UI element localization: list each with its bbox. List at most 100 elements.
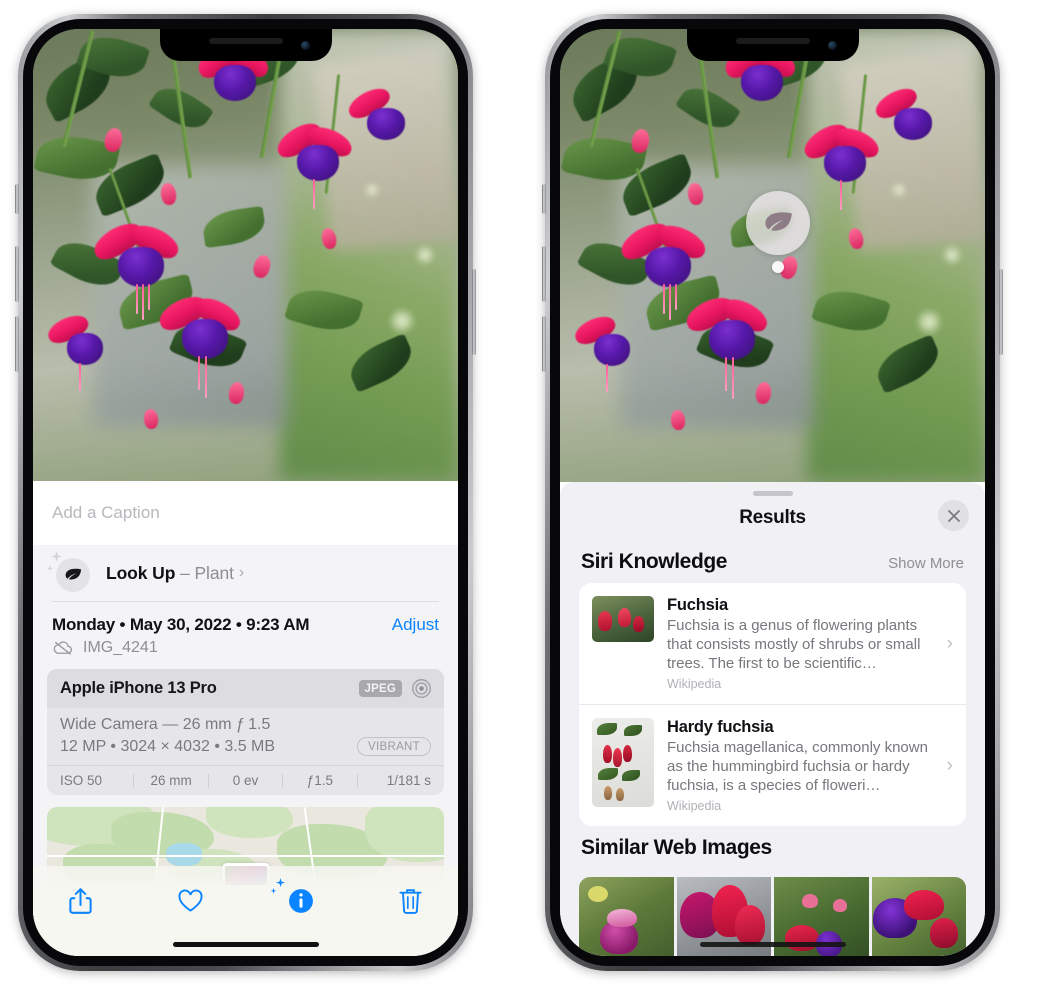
look-up-row[interactable]: Look Up – Plant › xyxy=(33,545,458,601)
earpiece-speaker xyxy=(208,38,283,44)
knowledge-item-fuchsia[interactable]: Fuchsia Fuchsia is a genus of flowering … xyxy=(579,583,966,704)
camera-metadata-card[interactable]: Apple iPhone 13 Pro JPEG Wide Camera — 2… xyxy=(47,669,444,795)
knowledge-text: Fuchsia Fuchsia is a genus of flowering … xyxy=(667,596,954,691)
exif-aperture: ƒ1.5 xyxy=(306,773,334,788)
caption-placeholder: Add a Caption xyxy=(52,503,160,522)
photographic-style-badge: VIBRANT xyxy=(357,737,431,756)
volume-up-button[interactable] xyxy=(542,246,546,302)
volume-up-button[interactable] xyxy=(15,246,19,302)
share-icon xyxy=(68,888,92,914)
camera-device-name: Apple iPhone 13 Pro xyxy=(60,679,217,697)
chevron-right-icon: › xyxy=(946,632,953,654)
sparkle-small-icon xyxy=(46,565,54,572)
photo-datetime: Monday • May 30, 2022 • 9:23 AM xyxy=(52,615,310,634)
share-button[interactable] xyxy=(59,880,101,922)
image-size-info: 12 MP • 3024 × 4032 • 3.5 MB xyxy=(60,737,276,755)
leaf-icon xyxy=(765,212,792,231)
look-up-label: Look Up – Plant xyxy=(106,563,234,584)
photo-viewer[interactable] xyxy=(33,29,458,481)
siri-knowledge-header: Siri Knowledge Show More xyxy=(560,540,985,583)
right-screen: Results Siri Knowledge Show More Fuchsia… xyxy=(560,29,985,956)
knowledge-source: Wikipedia xyxy=(667,677,722,692)
photo-filename: IMG_4241 xyxy=(83,639,158,656)
fuchsia-photo xyxy=(33,29,458,481)
earpiece-speaker xyxy=(735,38,810,44)
knowledge-title: Hardy fuchsia xyxy=(667,718,774,737)
knowledge-thumbnail xyxy=(592,718,654,808)
screenshot-stage: Add a Caption Look Up – Plant › Monday •… xyxy=(0,0,1055,985)
info-circle-filled-icon xyxy=(288,889,313,913)
exif-exposure-value: 0 ev xyxy=(232,773,259,788)
date-time-row: Monday • May 30, 2022 • 9:23 AM Adjust xyxy=(33,602,458,635)
notch xyxy=(159,29,332,61)
volume-down-button[interactable] xyxy=(15,316,19,372)
web-image-thumbnail[interactable] xyxy=(579,877,674,956)
close-icon xyxy=(947,509,960,522)
favorite-button[interactable] xyxy=(169,880,211,922)
filename-row: IMG_4241 xyxy=(33,635,458,669)
knowledge-title: Fuchsia xyxy=(667,596,728,614)
look-up-subject: Plant xyxy=(194,562,234,583)
siri-knowledge-title: Siri Knowledge xyxy=(581,550,728,573)
exif-row: ISO 50 26 mm 0 ev ƒ1.5 1/181 s xyxy=(47,765,444,795)
exif-iso: ISO 50 xyxy=(60,773,103,788)
look-up-icon-wrap xyxy=(46,551,90,592)
format-badge: JPEG xyxy=(358,680,402,697)
metadata-body: Wide Camera — 26 mm ƒ 1.5 12 MP • 3024 ×… xyxy=(47,708,444,765)
visual-lookup-badge[interactable] xyxy=(746,191,810,255)
exif-shutter-speed: 1/181 s xyxy=(386,773,432,788)
metadata-size-row: 12 MP • 3024 × 4032 • 3.5 MB VIBRANT xyxy=(60,737,431,756)
look-up-dash: – xyxy=(180,562,190,583)
fuchsia-photo xyxy=(560,29,985,482)
close-button[interactable] xyxy=(938,500,969,531)
chevron-right-icon: › xyxy=(946,754,953,776)
knowledge-source: Wikipedia xyxy=(667,799,722,814)
siri-knowledge-card: Fuchsia Fuchsia is a genus of flowering … xyxy=(579,583,966,827)
sparkle-small-icon xyxy=(270,888,277,894)
cloud-slash-icon xyxy=(53,641,73,655)
exif-focal-length: 26 mm xyxy=(150,773,192,788)
metadata-header: Apple iPhone 13 Pro JPEG xyxy=(47,669,444,708)
notch xyxy=(686,29,859,61)
delete-button[interactable] xyxy=(390,880,432,922)
volume-down-button[interactable] xyxy=(542,316,546,372)
knowledge-description: Fuchsia is a genus of flowering plants t… xyxy=(667,617,921,673)
info-button[interactable] xyxy=(270,878,322,922)
visual-lookup-anchor-dot xyxy=(772,261,784,273)
right-phone: Results Siri Knowledge Show More Fuchsia… xyxy=(542,14,1003,971)
similar-web-images-header: Similar Web Images xyxy=(560,826,985,869)
look-up-title: Look Up xyxy=(106,562,176,583)
knowledge-description: Fuchsia magellanica, commonly known as t… xyxy=(667,739,928,795)
aperture-icon xyxy=(412,679,431,698)
adjust-button[interactable]: Adjust xyxy=(392,615,439,635)
photo-info-sheet: Add a Caption Look Up – Plant › Monday •… xyxy=(33,481,458,956)
knowledge-thumbnail xyxy=(592,596,654,642)
power-button[interactable] xyxy=(472,269,476,355)
results-header: Results xyxy=(560,496,985,540)
chevron-right-icon: › xyxy=(238,564,245,581)
caption-input[interactable]: Add a Caption xyxy=(33,481,458,545)
front-camera xyxy=(827,41,837,50)
leaf-icon xyxy=(65,568,82,580)
knowledge-item-hardy-fuchsia[interactable]: Hardy fuchsia Fuchsia magellanica, commo… xyxy=(579,704,966,826)
home-indicator[interactable] xyxy=(172,942,319,947)
show-more-button[interactable]: Show More xyxy=(888,555,964,572)
photo-viewer[interactable] xyxy=(560,29,985,482)
metadata-badges: JPEG xyxy=(358,678,432,699)
similar-web-images-title: Similar Web Images xyxy=(581,836,772,860)
front-camera xyxy=(300,41,310,50)
leaf-badge xyxy=(56,558,90,592)
power-button[interactable] xyxy=(999,269,1003,355)
left-screen: Add a Caption Look Up – Plant › Monday •… xyxy=(33,29,458,956)
trash-icon xyxy=(399,889,423,914)
mute-switch[interactable] xyxy=(542,184,546,214)
home-indicator[interactable] xyxy=(699,942,846,947)
results-title: Results xyxy=(739,507,806,528)
web-image-thumbnail[interactable] xyxy=(871,877,966,956)
heart-icon xyxy=(178,889,203,912)
results-sheet: Results Siri Knowledge Show More Fuchsia… xyxy=(560,482,985,956)
lens-info: Wide Camera — 26 mm ƒ 1.5 xyxy=(60,716,271,733)
left-phone: Add a Caption Look Up – Plant › Monday •… xyxy=(15,14,476,971)
mute-switch[interactable] xyxy=(15,184,19,214)
knowledge-text: Hardy fuchsia Fuchsia magellanica, commo… xyxy=(667,718,954,813)
